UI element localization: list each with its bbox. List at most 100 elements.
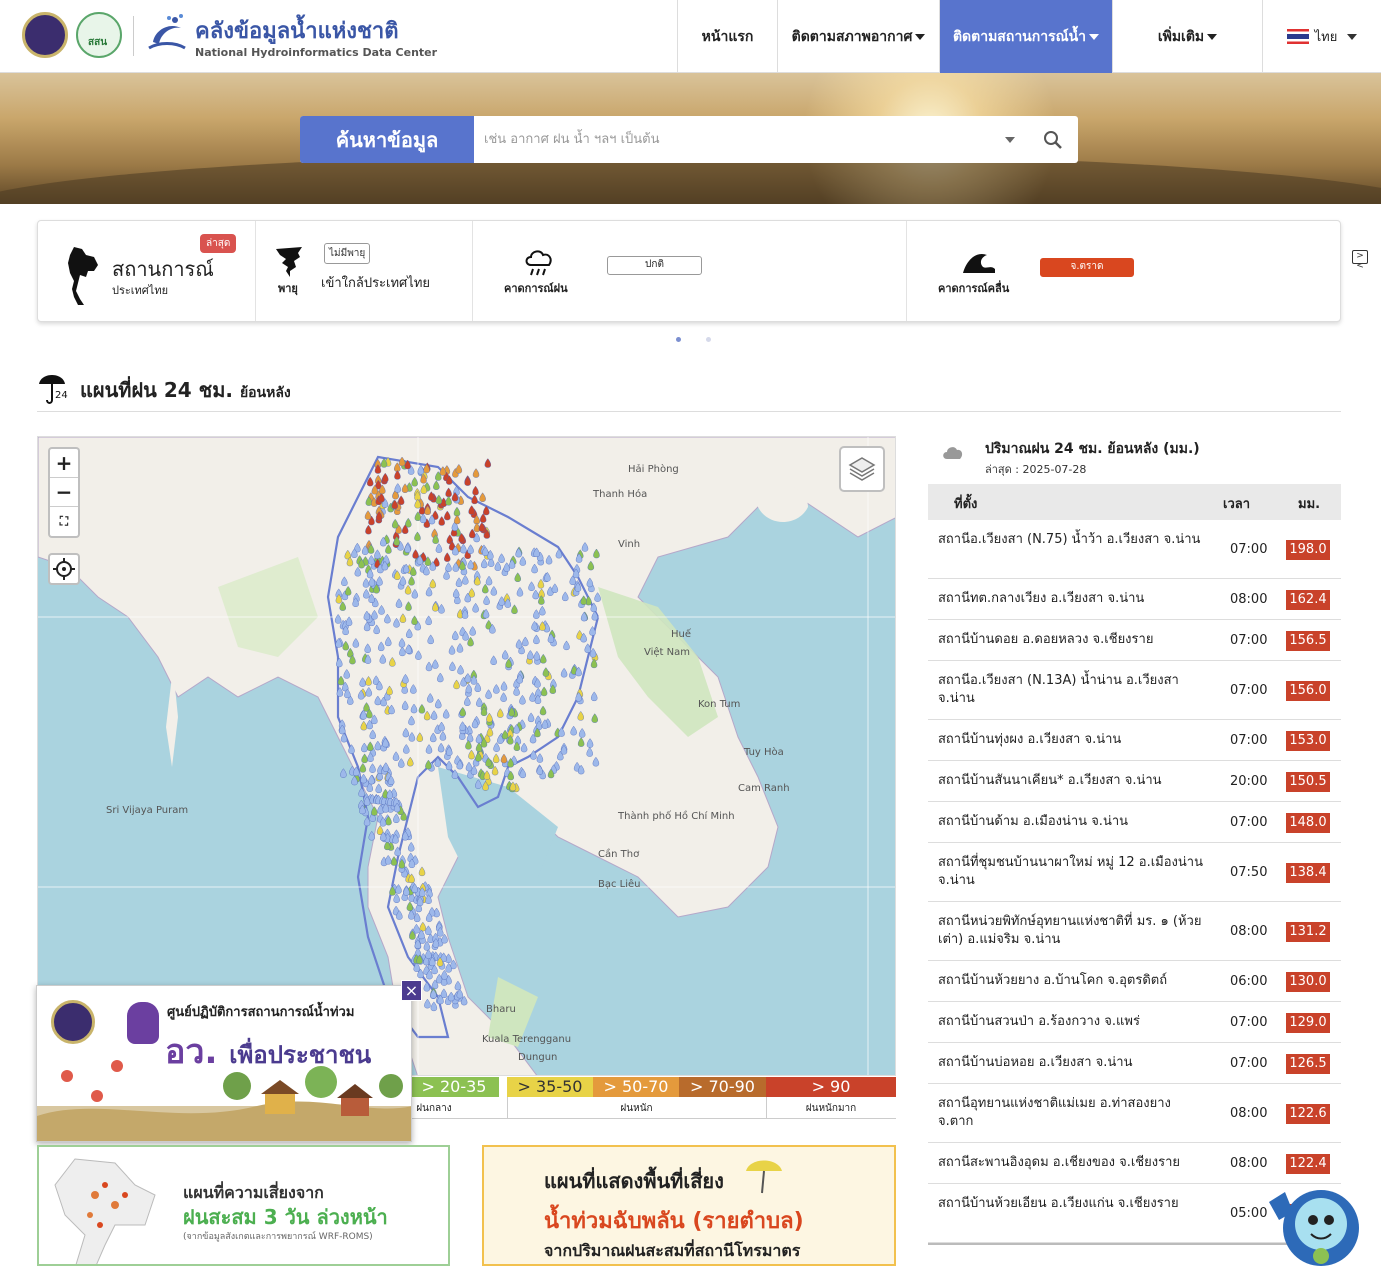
nav-water-situation[interactable]: ติดตามสถานการณ์น้ำ [939, 0, 1112, 73]
search-input[interactable] [474, 116, 988, 163]
rain-forecast-badge: ปกติ [607, 256, 702, 275]
thai-flag-icon [1286, 29, 1309, 44]
rain-table-row[interactable]: สถานีบ้านสันนาเคียน* อ.เวียงสา จ.น่าน 20:… [928, 761, 1341, 802]
chatbot-mascot[interactable] [1265, 1172, 1365, 1266]
popup-illustration [37, 1060, 411, 1141]
rain-table-row[interactable]: สถานีบ้านห้วยยาง อ.บ้านโคก จ.อุตรดิตถ์ 06… [928, 961, 1341, 1002]
promo2-subtitle: น้ำท่วมฉับพลัน (รายตำบล) [544, 1209, 804, 1234]
col-value: มม. [1298, 497, 1321, 512]
zoom-out-button[interactable]: − [50, 478, 78, 507]
nav-more[interactable]: เพิ่มเติม [1112, 0, 1262, 73]
rain-row-value: 126.5 [1286, 1053, 1330, 1074]
col-time: เวลา [1223, 497, 1251, 512]
map-label-hai-phong: Hải Phòng [628, 463, 679, 475]
map-label-cam-ranh: Cam Ranh [738, 783, 790, 794]
fullscreen-icon[interactable]: ⛶ [50, 507, 78, 536]
nav-home[interactable]: หน้าแรก [677, 0, 777, 73]
legend-group-very-heavy: ฝนหนักมาก [805, 1103, 857, 1114]
legend-item-70-90: > 70-90 [679, 1077, 766, 1097]
rain-row-location: สถานีบ้านด้าม อ.เมืองน่าน จ.น่าน [938, 814, 1129, 829]
rain-row-time: 07:50 [1230, 864, 1268, 880]
map-label-sri-vijaya: Sri Vijaya Puram [106, 805, 188, 816]
rain-row-value: 130.0 [1286, 971, 1330, 992]
map-label-hochiminh: Thành phố Hồ Chí Minh [617, 810, 735, 822]
hii-logo[interactable]: สสน [76, 12, 122, 58]
rain-row-value: 153.0 [1286, 730, 1330, 751]
rain-station-marker[interactable] [363, 816, 371, 827]
promo-popup[interactable]: ศูนย์ปฏิบัติการสถานการณ์น้ำท่วม อว. เพื่… [36, 985, 412, 1142]
rain-table-row[interactable]: สถานีอุทยานแห่งชาติแม่เมย อ.ท่าสองยาง จ.… [928, 1084, 1341, 1143]
rain-table-row[interactable]: สถานีบ้านทุ่งผง อ.เวียงสา จ.น่าน 07:00 153… [928, 720, 1341, 761]
wave-forecast-label: คาดการณ์คลื่น [938, 282, 1010, 295]
rain-row-time: 07:00 [1230, 732, 1268, 748]
map-label-vietnam: Việt Nam [644, 646, 690, 658]
collapse-icon[interactable]: >< [1352, 250, 1368, 271]
search-icon[interactable] [1028, 116, 1078, 163]
popup-close-icon[interactable]: × [401, 980, 422, 1001]
rain-row-location: สถานีบ้านดอย อ.ดอยหลวง จ.เชียงราย [938, 632, 1154, 647]
card-situation[interactable]: ล่าสุด สถานการณ์ ประเทศไทย [38, 221, 256, 321]
wave-forecast-badge: จ.ตราด [1040, 258, 1134, 277]
rain-table-row[interactable]: สถานีบ้านด้าม อ.เมืองน่าน จ.น่าน 07:00 148… [928, 802, 1341, 843]
thaiwater-logo-icon[interactable] [145, 12, 189, 56]
card-storm[interactable]: พายุ ไม่มีพายุ เข้าใกล้ประเทศไทย [256, 221, 473, 321]
map-label-tuy-hoa: Tuy Hòa [743, 746, 784, 758]
legend-group-heavy: ฝนหนัก [620, 1103, 653, 1114]
rain-row-time: 07:00 [1230, 1055, 1268, 1071]
rain-station-marker[interactable] [340, 768, 347, 778]
rain-row-value: 156.5 [1286, 630, 1330, 651]
ministry-logo[interactable] [22, 12, 68, 58]
wave-icon [963, 253, 995, 273]
language-selector[interactable]: ไทย [1262, 0, 1381, 73]
site-title[interactable]: คลังข้อมูลน้ำแห่งชาติ [195, 13, 399, 48]
rain-row-location: สถานีบ้านห้วยยาง อ.บ้านโคก จ.อุตรดิตถ์ [938, 973, 1168, 988]
zoom-in-button[interactable]: + [50, 449, 78, 478]
carousel-dot-active[interactable] [676, 337, 681, 342]
rain-map[interactable]: Việt Nam Huế Vinh Thanh Hóa Hải Phòng Ku… [37, 436, 896, 1076]
map-label-hue: Huế [671, 628, 692, 640]
rain-table-row[interactable]: สถานีหน่วยพิทักษ์อุทยานแห่งชาติที่ มร. ๑… [928, 902, 1341, 961]
rain-table-row[interactable]: สถานีที่ชุมชนบ้านนาผาใหม่ หมู่ 12 อ.เมือ… [928, 843, 1341, 902]
rain-row-time: 07:00 [1230, 682, 1268, 698]
search-label-button[interactable]: ค้นหาข้อมูล [300, 116, 474, 163]
promo-rain-risk-map[interactable]: แผนที่ความเสี่ยงจาก ฝนสะสม 3 วัน ล่วงหน้… [37, 1145, 450, 1266]
rain-table-updated: ล่าสุด : 2025-07-28 [985, 463, 1087, 476]
rain-table-row[interactable]: สถานีบ้านสวนป่า อ.ร้องกวาง จ.แพร่ 07:00 12… [928, 1002, 1341, 1043]
legend-item-35-50: > 35-50 [507, 1077, 593, 1097]
rain-row-location: สถานีบ้านทุ่งผง อ.เวียงสา จ.น่าน [938, 732, 1122, 747]
card-rain-forecast[interactable]: คาดการณ์ฝน ปกติ [473, 221, 907, 321]
storm-text: เข้าใกล้ประเทศไทย [321, 276, 431, 291]
rain-forecast-label: คาดการณ์ฝน [504, 282, 568, 295]
card-wave-forecast[interactable]: คาดการณ์คลื่น จ.ตราด [907, 221, 1341, 321]
rain-row-value: 122.6 [1286, 1103, 1330, 1124]
rain-row-time: 08:00 [1230, 923, 1268, 939]
rain-row-value: 129.0 [1286, 1012, 1330, 1033]
promo1-note: (จากข้อมูลสังเกตและการพยากรณ์ WRF-ROMS) [183, 1232, 373, 1242]
carousel-dot[interactable] [706, 337, 711, 342]
rain-table-row[interactable]: สถานีอ.เวียงสา (N.75) น้ำว้า อ.เวียงสา จ… [928, 520, 1341, 579]
rain-row-time: 07:00 [1230, 541, 1268, 557]
layers-icon[interactable] [839, 446, 885, 492]
chevron-down-icon [915, 33, 926, 40]
nav-weather[interactable]: ติดตามสภาพอากาศ [777, 0, 939, 73]
chevron-down-icon [1347, 33, 1358, 40]
locate-icon[interactable] [48, 553, 80, 585]
rain-row-location: สถานีบ้านสันนาเคียน* อ.เวียงสา จ.น่าน [938, 773, 1162, 788]
rain-row-location: สถานีบ้านห้วยเอียน อ.เวียงแก่น จ.เชียงรา… [938, 1196, 1179, 1211]
rain-row-location: สถานีบ้านสวนป่า อ.ร้องกวาง จ.แพร่ [938, 1014, 1140, 1029]
rain-station-marker[interactable] [368, 830, 375, 841]
hii-logo-text: สสน [88, 37, 108, 48]
nav-home-label: หน้าแรก [701, 28, 754, 45]
search-dropdown[interactable] [988, 116, 1028, 163]
rain-table-row[interactable]: สถานีอ.เวียงสา (N.13A) น้ำน่าน อ.เวียงสา… [928, 661, 1341, 720]
promo1-map-icon [54, 1158, 156, 1264]
rain-cloud-icon [525, 250, 552, 276]
umbrella-24-icon: 24 [39, 375, 68, 404]
rain-row-time: 08:00 [1230, 1105, 1268, 1121]
rain-table-row[interactable]: สถานีบ้านบ่อหอย อ.เวียงสา จ.น่าน 07:00 126… [928, 1043, 1341, 1084]
promo-flash-flood-map[interactable]: แผนที่แสดงพื้นที่เสี่ยง น้ำท่วมฉับพลัน (… [482, 1145, 896, 1266]
legend-item-20-35: > 20-35 [409, 1077, 499, 1097]
rain-table-row[interactable]: สถานีทต.กลางเวียง อ.เวียงสา จ.น่าน 08:00 1… [928, 579, 1341, 620]
rain-table-row[interactable]: สถานีบ้านดอย อ.ดอยหลวง จ.เชียงราย 07:00 15… [928, 620, 1341, 661]
rain-row-location: สถานีอ.เวียงสา (N.75) น้ำว้า อ.เวียงสา จ… [938, 532, 1201, 547]
